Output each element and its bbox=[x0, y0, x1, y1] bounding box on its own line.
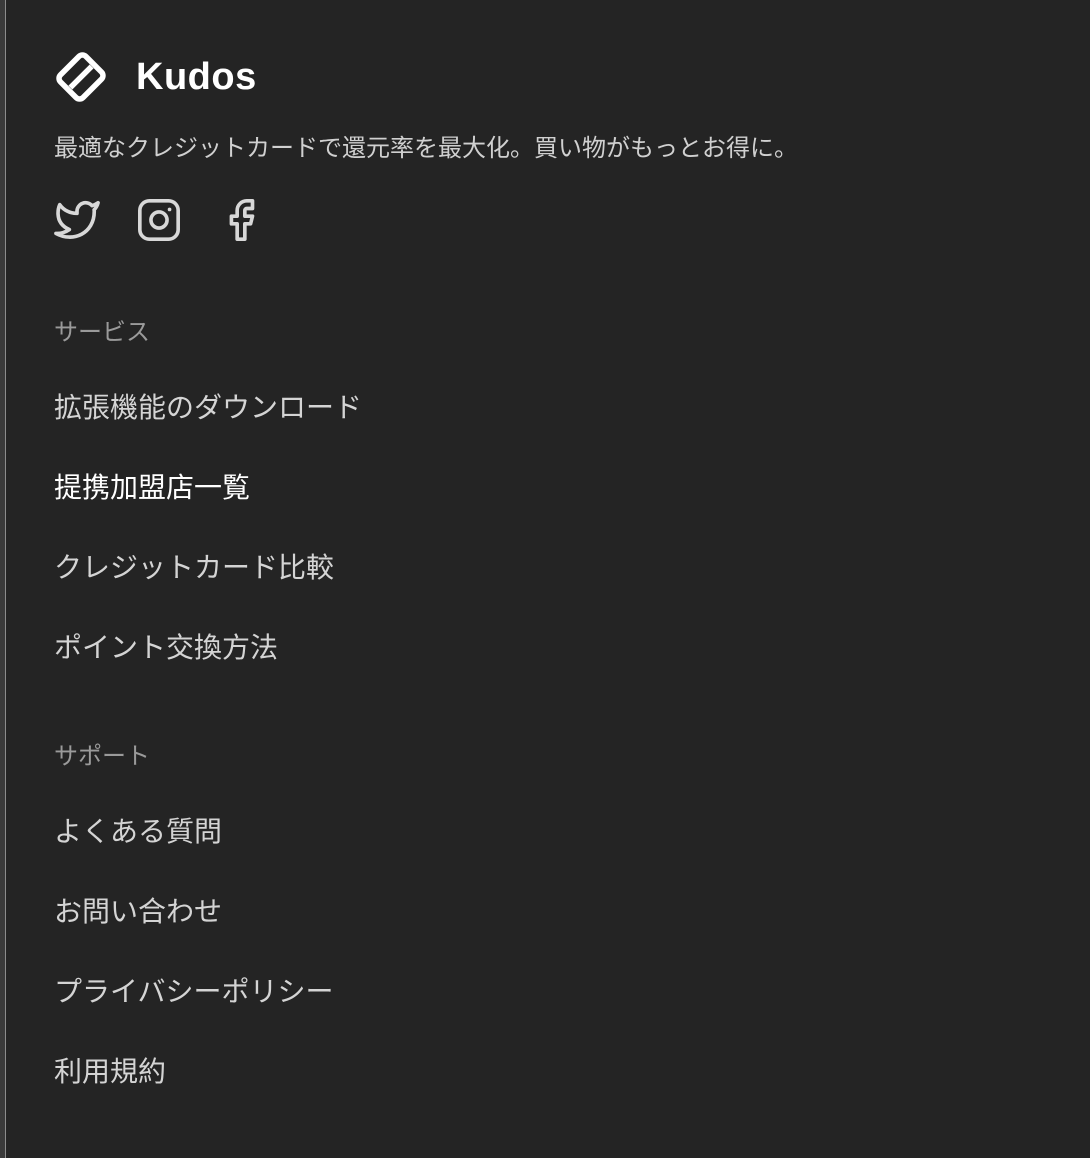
link-privacy-policy[interactable]: プライバシーポリシー bbox=[54, 970, 333, 1010]
support-heading: サポート bbox=[54, 742, 150, 770]
twitter-link[interactable] bbox=[54, 196, 100, 244]
brand-tagline: 最適なクレジットカードで還元率を最大化。買い物がもっとお得に。 bbox=[54, 134, 798, 162]
instagram-link[interactable] bbox=[136, 196, 182, 244]
link-card-comparison[interactable]: クレジットカード比較 bbox=[54, 546, 334, 586]
window-edge bbox=[0, 0, 6, 1158]
twitter-icon bbox=[54, 200, 100, 239]
link-faq[interactable]: よくある質問 bbox=[54, 810, 222, 850]
brand[interactable]: Kudos bbox=[54, 48, 257, 106]
social-links bbox=[54, 196, 264, 244]
link-partner-stores[interactable]: 提携加盟店一覧 bbox=[54, 466, 250, 506]
link-contact[interactable]: お問い合わせ bbox=[54, 890, 222, 930]
instagram-icon bbox=[138, 199, 180, 241]
link-terms[interactable]: 利用規約 bbox=[54, 1050, 166, 1090]
facebook-icon bbox=[229, 199, 255, 241]
link-extension-download[interactable]: 拡張機能のダウンロード bbox=[54, 386, 362, 426]
brand-name: Kudos bbox=[136, 55, 257, 98]
services-heading: サービス bbox=[54, 318, 150, 346]
link-point-exchange[interactable]: ポイント交換方法 bbox=[54, 626, 278, 666]
facebook-link[interactable] bbox=[218, 196, 264, 244]
kudos-logo-icon bbox=[56, 52, 106, 102]
